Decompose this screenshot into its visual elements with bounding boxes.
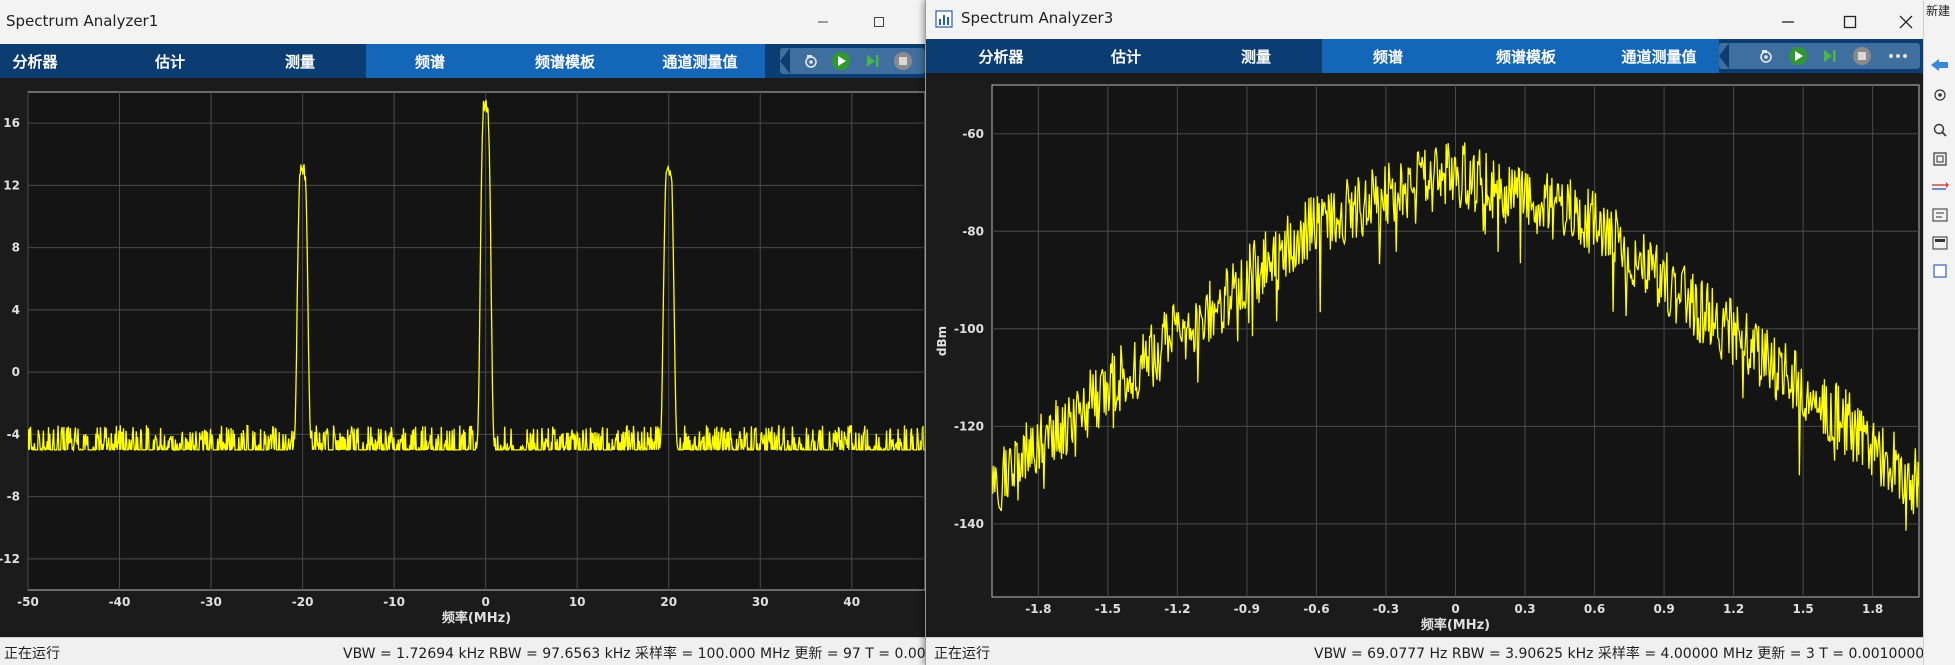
x-tick-label: 0.3 bbox=[1514, 602, 1535, 616]
plot-frame bbox=[27, 91, 925, 591]
analyzer-toolbar: 分析器 估计 测量 频谱 频谱模板 通道测量值 bbox=[926, 39, 1923, 73]
x-tick-label: 10 bbox=[569, 595, 586, 609]
y-tick-label: -60 bbox=[962, 127, 984, 141]
x-tick-label: 1.5 bbox=[1792, 602, 1813, 616]
x-tick-label: 0.6 bbox=[1584, 602, 1605, 616]
spectrum-analyzer3-window: Spectrum Analyzer3 分析器 估计 测量 频谱 频谱模板 通道测… bbox=[925, 0, 1923, 665]
tab-estimate[interactable]: 估计 bbox=[1086, 39, 1166, 73]
y-tick-label: -120 bbox=[954, 419, 984, 433]
window-title: Spectrum Analyzer3 bbox=[961, 9, 1114, 27]
x-tick-label: -40 bbox=[109, 595, 131, 609]
plot-area: -50 -40 -30 -20 -10 0 10 20 30 40 16 12 8 4 0 -4 -8 -12 频率… bbox=[0, 78, 925, 638]
playback-controls bbox=[1719, 43, 1920, 69]
tab-spectral-mask[interactable]: 频谱模板 bbox=[1481, 39, 1571, 73]
app-icon bbox=[935, 10, 953, 32]
measurement-readout: VBW = 1.72694 kHz RBW = 97.6563 kHz 采样率 … bbox=[343, 646, 925, 662]
run-status: 正在运行 bbox=[4, 646, 60, 662]
y-tick-label: -8 bbox=[7, 490, 20, 504]
tab-spectrum[interactable]: 频谱 bbox=[1348, 39, 1428, 73]
x-tick-label: 1.8 bbox=[1862, 602, 1883, 616]
y-tick-label: -4 bbox=[7, 427, 20, 441]
y-tick-label: -140 bbox=[954, 517, 984, 531]
close-icon[interactable] bbox=[1892, 8, 1920, 36]
x-tick-label: 0 bbox=[1451, 602, 1459, 616]
y-tick-label: 16 bbox=[3, 116, 20, 130]
x-tick-label: 1.2 bbox=[1723, 602, 1744, 616]
play-icon[interactable] bbox=[1788, 46, 1808, 66]
plot-area: -1.8 -1.5 -1.2 -0.9 -0.6 -0.3 0 0.3 0.6 0.9 1.2 1.5… bbox=[926, 73, 1923, 638]
y-tick-label: 12 bbox=[3, 178, 20, 192]
tab-analyzer[interactable]: 分析器 bbox=[0, 44, 70, 78]
x-tick-label: -0.6 bbox=[1303, 602, 1329, 616]
run-status: 正在运行 bbox=[934, 646, 990, 662]
camera-icon[interactable] bbox=[801, 51, 821, 71]
x-tick-label: 0 bbox=[481, 595, 489, 609]
x-tick-label: 40 bbox=[843, 595, 860, 609]
checkbox-icon[interactable] bbox=[1930, 262, 1950, 280]
tab-estimate[interactable]: 估计 bbox=[130, 44, 210, 78]
status-bar: 正在运行 VBW = 1.72694 kHz RBW = 97.6563 kHz… bbox=[0, 637, 925, 665]
spectrum-plot-1[interactable]: -50 -40 -30 -20 -10 0 10 20 30 401612840-4-8-12频率… bbox=[0, 78, 925, 638]
tab-spectral-mask[interactable]: 频谱模板 bbox=[525, 44, 605, 78]
target-icon[interactable] bbox=[1930, 86, 1950, 104]
tab-channel-measurements[interactable]: 通道测量值 bbox=[655, 44, 745, 78]
text-label-icon[interactable] bbox=[1930, 206, 1950, 224]
x-tick-label: -0.9 bbox=[1234, 602, 1260, 616]
tab-channel-measurements[interactable]: 通道测量值 bbox=[1609, 39, 1709, 73]
camera-icon[interactable] bbox=[1756, 46, 1776, 66]
titlebar: Spectrum Analyzer1 bbox=[0, 0, 925, 44]
window-title: Spectrum Analyzer1 bbox=[6, 12, 159, 30]
more-icon[interactable] bbox=[1884, 46, 1912, 66]
maximize-icon[interactable] bbox=[1836, 8, 1864, 36]
x-tick-label: -50 bbox=[17, 595, 39, 609]
spectrum-analyzer1-window: Spectrum Analyzer1 分析器 估计 测量 频谱 频谱模板 通道测… bbox=[0, 0, 925, 665]
play-icon[interactable] bbox=[831, 51, 851, 71]
x-axis-label: 频率(MHz) bbox=[1421, 617, 1490, 633]
x-tick-label: -0.3 bbox=[1373, 602, 1399, 616]
arrow-left-icon[interactable] bbox=[1930, 56, 1950, 74]
stop-icon[interactable] bbox=[1852, 46, 1872, 66]
y-tick-label: 8 bbox=[12, 241, 20, 255]
signal-routing-icon[interactable] bbox=[1930, 178, 1950, 196]
x-tick-label: -1.8 bbox=[1025, 602, 1051, 616]
x-tick-label: -10 bbox=[383, 595, 405, 609]
minimize-icon[interactable] bbox=[809, 8, 837, 36]
tab-analyzer[interactable]: 分析器 bbox=[966, 39, 1036, 73]
x-tick-label: -20 bbox=[292, 595, 314, 609]
fit-icon[interactable] bbox=[1930, 150, 1950, 168]
x-tick-label: -1.2 bbox=[1164, 602, 1190, 616]
playback-controls bbox=[780, 48, 925, 74]
y-tick-label: 4 bbox=[12, 303, 20, 317]
analyzer-toolbar: 分析器 估计 测量 频谱 频谱模板 通道测量值 bbox=[0, 44, 925, 78]
new-label[interactable]: 新建 bbox=[1926, 2, 1950, 19]
y-tick-label: -80 bbox=[962, 224, 984, 238]
x-tick-label: 0.9 bbox=[1653, 602, 1674, 616]
x-tick-label: -30 bbox=[200, 595, 222, 609]
tab-measure[interactable]: 测量 bbox=[260, 44, 340, 78]
step-icon[interactable] bbox=[1819, 46, 1839, 66]
stop-icon[interactable] bbox=[893, 51, 913, 71]
side-toolbar: 新建 bbox=[1923, 0, 1955, 665]
minimize-icon[interactable] bbox=[1774, 8, 1802, 36]
measurement-readout: VBW = 69.0777 Hz RBW = 3.90625 kHz 采样率 =… bbox=[1314, 646, 1923, 662]
panel-icon[interactable] bbox=[1930, 234, 1950, 252]
x-tick-label: 30 bbox=[752, 595, 769, 609]
y-axis-label: dBm bbox=[935, 326, 949, 356]
y-tick-label: 0 bbox=[12, 365, 20, 379]
x-axis-label: 频率(MHz) bbox=[442, 610, 511, 626]
tab-measure[interactable]: 测量 bbox=[1216, 39, 1296, 73]
y-tick-label: -100 bbox=[954, 322, 984, 336]
tab-spectrum[interactable]: 频谱 bbox=[390, 44, 470, 78]
y-tick-label: -12 bbox=[0, 552, 20, 566]
zoom-icon[interactable] bbox=[1930, 121, 1950, 139]
x-tick-label: 20 bbox=[660, 595, 677, 609]
maximize-icon[interactable] bbox=[865, 8, 893, 36]
step-icon[interactable] bbox=[862, 51, 882, 71]
x-tick-label: -1.5 bbox=[1095, 602, 1121, 616]
status-bar: 正在运行 VBW = 69.0777 Hz RBW = 3.90625 kHz … bbox=[926, 637, 1923, 665]
spectrum-plot-3[interactable]: -1.8 -1.5 -1.2 -0.9 -0.6 -0.3 0 0.3 0.6 0.9 1.2 1.5… bbox=[926, 73, 1923, 638]
titlebar: Spectrum Analyzer3 bbox=[926, 0, 1923, 44]
